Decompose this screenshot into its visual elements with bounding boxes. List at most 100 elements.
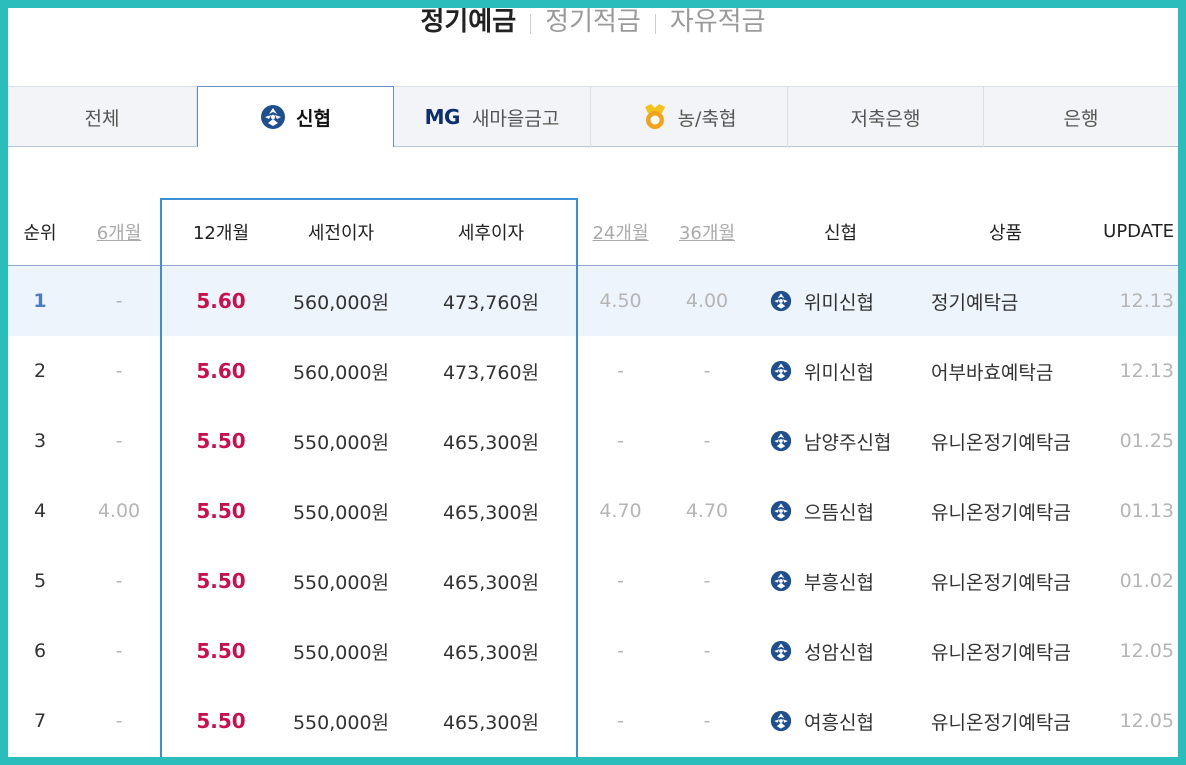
post-tax-interest-cell: 465,300원	[442, 571, 540, 594]
shinhyup-logo-icon	[770, 290, 792, 312]
pre-tax-interest-cell: 560,000원	[292, 291, 390, 314]
rate-6-month-cell: -	[115, 360, 123, 382]
inst-tab-label: 신협	[296, 107, 331, 130]
update-date-cell: 01.25	[1119, 430, 1174, 452]
pre-tax-interest-cell: 550,000원	[292, 431, 390, 454]
bank-cell: 위미신협	[758, 336, 923, 406]
shinhyup-logo-icon	[770, 710, 792, 732]
tab-fixed-deposit[interactable]: 정기예금	[406, 8, 530, 37]
table-body: 1 - 5.60 560,000원 473,760원 4.50 4.00 위미신…	[8, 266, 1178, 756]
product-name-cell[interactable]: 정기예탁금	[923, 266, 1088, 336]
nonghyup-logo-icon	[642, 103, 668, 131]
rate-24-month-cell: -	[617, 640, 624, 662]
product-type-tabs: 정기예금 정기적금 자유적금	[8, 8, 1178, 48]
rate-24-month-cell: -	[617, 710, 624, 732]
post-tax-interest-cell: 465,300원	[442, 431, 540, 454]
table-row[interactable]: 7 - 5.50 550,000원 465,300원 - - 여흥신협 유니온정…	[8, 686, 1178, 756]
shinhyup-logo-icon	[770, 500, 792, 522]
mg-logo-icon: MG	[424, 105, 461, 129]
rate-24-month-cell: 4.50	[599, 290, 642, 312]
inst-tab-nonghyup[interactable]: 농/축협	[591, 87, 788, 147]
table-row[interactable]: 4 4.00 5.50 550,000원 465,300원 4.70 4.70 …	[8, 476, 1178, 546]
rank-cell: 3	[33, 430, 47, 452]
rate-12-month-cell: 5.50	[196, 709, 246, 733]
header-bank: 신협	[823, 222, 858, 244]
rate-36-month-cell: -	[703, 640, 711, 662]
rank-cell: 6	[33, 640, 47, 662]
header-pre-tax: 세전이자	[307, 222, 375, 244]
pre-tax-interest-cell: 560,000원	[292, 361, 390, 384]
inst-tab-savings-bank[interactable]: 저축은행	[788, 87, 984, 147]
shinhyup-logo-icon	[770, 360, 792, 382]
bank-cell: 위미신협	[758, 266, 923, 336]
update-date-cell: 12.13	[1119, 360, 1174, 382]
post-tax-interest-cell: 473,760원	[442, 361, 540, 384]
rate-6-month-cell: -	[115, 430, 123, 452]
tab-installment-savings[interactable]: 정기적금	[531, 8, 655, 37]
product-name-cell[interactable]: 어부바효예탁금	[923, 336, 1088, 406]
rate-36-month-cell: -	[703, 570, 711, 592]
table-header-row: 순위 6개월 12개월 세전이자 세후이자 24개월 36개월 신협 상품 UP…	[8, 198, 1178, 266]
bank-name[interactable]: 위미신협	[804, 288, 874, 315]
shinhyup-logo-icon	[770, 570, 792, 592]
inst-tab-mg[interactable]: MG 새마을금고	[394, 87, 591, 147]
rank-cell: 2	[33, 360, 47, 382]
inst-tab-shinhyup[interactable]: 신협	[197, 86, 394, 147]
rate-24-month-cell: -	[617, 360, 624, 382]
shinhyup-logo-icon	[770, 640, 792, 662]
post-tax-interest-cell: 465,300원	[442, 711, 540, 734]
header-12-month[interactable]: 12개월	[166, 198, 276, 265]
bank-cell: 남양주신협	[758, 406, 923, 476]
table-row[interactable]: 2 - 5.60 560,000원 473,760원 - - 위미신협 어부바효…	[8, 336, 1178, 406]
product-name-cell[interactable]: 유니온정기예탁금	[923, 406, 1088, 476]
header-post-tax: 세후이자	[457, 222, 525, 244]
rate-36-month-cell: -	[703, 710, 711, 732]
post-tax-interest-cell: 465,300원	[442, 641, 540, 664]
table-row[interactable]: 3 - 5.50 550,000원 465,300원 - - 남양주신협 유니온…	[8, 406, 1178, 476]
rate-36-month-cell: 4.70	[685, 500, 729, 522]
table-row[interactable]: 1 - 5.60 560,000원 473,760원 4.50 4.00 위미신…	[8, 266, 1178, 336]
bank-name[interactable]: 남양주신협	[804, 428, 891, 455]
rate-6-month-cell: -	[115, 290, 123, 312]
post-tax-interest-cell: 465,300원	[442, 501, 540, 524]
bank-cell: 부흥신협	[758, 546, 923, 616]
inst-tab-label: 은행	[1063, 107, 1099, 130]
rate-12-month-cell: 5.50	[196, 569, 246, 593]
bank-name[interactable]: 성암신협	[804, 638, 874, 665]
pre-tax-interest-cell: 550,000원	[292, 641, 390, 664]
rate-6-month-cell: 4.00	[97, 500, 141, 522]
update-date-cell: 12.05	[1119, 710, 1174, 732]
bank-name[interactable]: 여흥신협	[804, 708, 874, 735]
bank-cell: 으뜸신협	[758, 476, 923, 546]
header-6-month[interactable]: 6개월	[72, 198, 166, 265]
pre-tax-interest-cell: 550,000원	[292, 501, 390, 524]
table-row[interactable]: 5 - 5.50 550,000원 465,300원 - - 부흥신협 유니온정…	[8, 546, 1178, 616]
rate-36-month-cell: -	[703, 430, 711, 452]
rate-24-month-cell: -	[617, 570, 624, 592]
page-frame: 정기예금 정기적금 자유적금 전체 신협 MG 새마을금고 농/축협 저축은행 …	[8, 8, 1178, 757]
header-rank: 순위	[23, 222, 57, 244]
rate-12-month-cell: 5.50	[196, 499, 246, 523]
bank-cell: 여흥신협	[758, 686, 923, 756]
inst-tab-bank[interactable]: 은행	[984, 87, 1178, 147]
inst-tab-label: 새마을금고	[471, 107, 560, 130]
rate-36-month-cell: 4.00	[685, 290, 729, 312]
product-name-cell[interactable]: 유니온정기예탁금	[923, 546, 1088, 616]
rank-cell: 5	[33, 570, 47, 592]
rate-12-month-cell: 5.50	[196, 639, 246, 663]
product-name-cell[interactable]: 유니온정기예탁금	[923, 616, 1088, 686]
header-36-month[interactable]: 36개월	[663, 198, 751, 265]
bank-name[interactable]: 으뜸신협	[804, 498, 874, 525]
tab-free-savings[interactable]: 자유적금	[656, 8, 780, 37]
table-row[interactable]: 6 - 5.50 550,000원 465,300원 - - 성암신협 유니온정…	[8, 616, 1178, 686]
inst-tab-label: 농/축협	[677, 107, 737, 130]
product-name-cell[interactable]: 유니온정기예탁금	[923, 476, 1088, 546]
product-name-cell[interactable]: 유니온정기예탁금	[923, 686, 1088, 756]
update-date-cell: 12.13	[1119, 290, 1174, 312]
header-24-month[interactable]: 24개월	[578, 198, 663, 265]
bank-name[interactable]: 부흥신협	[804, 568, 874, 595]
bank-name[interactable]: 위미신협	[804, 358, 874, 385]
rate-24-month-cell: -	[617, 430, 624, 452]
inst-tab-label: 전체	[84, 107, 120, 130]
inst-tab-all[interactable]: 전체	[8, 87, 197, 147]
